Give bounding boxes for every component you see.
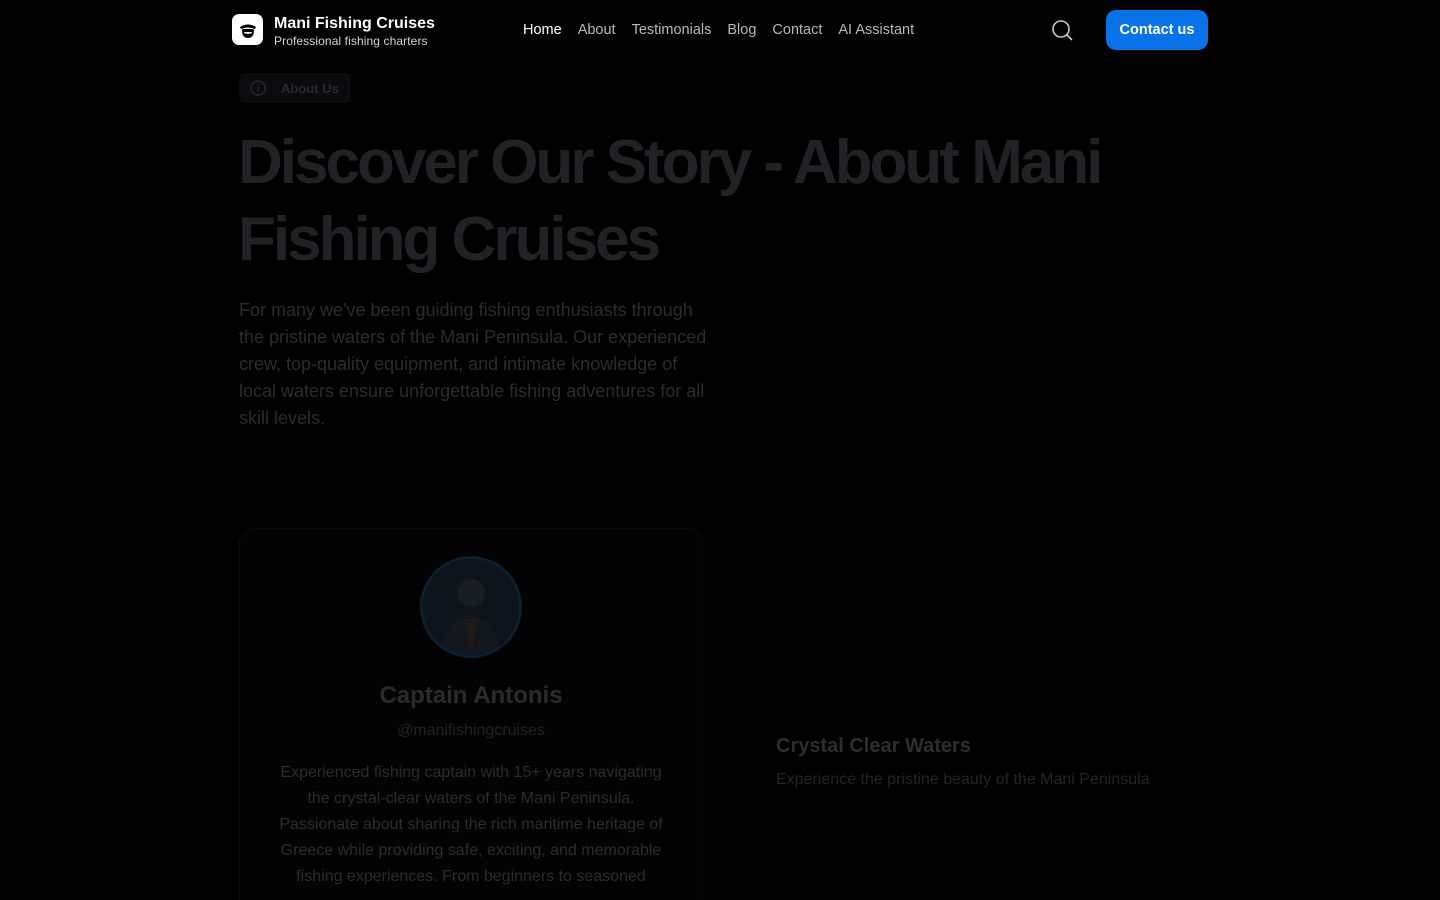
captain-photo — [423, 559, 519, 655]
nav-contact[interactable]: Contact — [772, 20, 822, 40]
main-nav: Home About Testimonials Blog Contact AI … — [523, 20, 914, 40]
captain-handle: @manifishingcruises — [397, 722, 545, 739]
about-us-badge: About Us — [239, 73, 351, 103]
page-title: Discover Our Story - About Mani Fishing … — [238, 128, 1103, 274]
feature-title: Crystal Clear Waters — [776, 735, 971, 757]
page: Mani Fishing Cruises Professional fishin… — [0, 0, 1440, 900]
brand-logo[interactable] — [232, 14, 263, 45]
contact-us-button[interactable]: Contact us — [1106, 10, 1208, 50]
nav-blog[interactable]: Blog — [727, 20, 756, 40]
captain-logo-icon — [239, 24, 256, 38]
brand-name: Mani Fishing Cruises — [274, 15, 435, 32]
feature-description: Experience the pristine beauty of the Ma… — [776, 771, 1150, 788]
search-button[interactable] — [1050, 18, 1074, 42]
nav-testimonials[interactable]: Testimonials — [632, 20, 712, 40]
captain-name: Captain Antonis — [379, 682, 563, 709]
captain-avatar — [420, 556, 522, 658]
badge-label: About Us — [281, 80, 339, 96]
nav-ai-assistant[interactable]: AI Assistant — [838, 20, 914, 40]
nav-home[interactable]: Home — [523, 20, 562, 40]
nav-about[interactable]: About — [578, 20, 616, 40]
brand[interactable]: Mani Fishing Cruises Professional fishin… — [274, 15, 435, 48]
info-icon — [250, 80, 266, 96]
hero-description: For many we've been guiding fishing enth… — [239, 300, 707, 428]
captain-bio: Experienced fishing captain with 15+ yea… — [279, 764, 663, 885]
brand-tagline: Professional fishing charters — [274, 34, 428, 48]
search-icon — [1052, 20, 1073, 41]
site-header: Mani Fishing Cruises Professional fishin… — [0, 0, 1440, 60]
